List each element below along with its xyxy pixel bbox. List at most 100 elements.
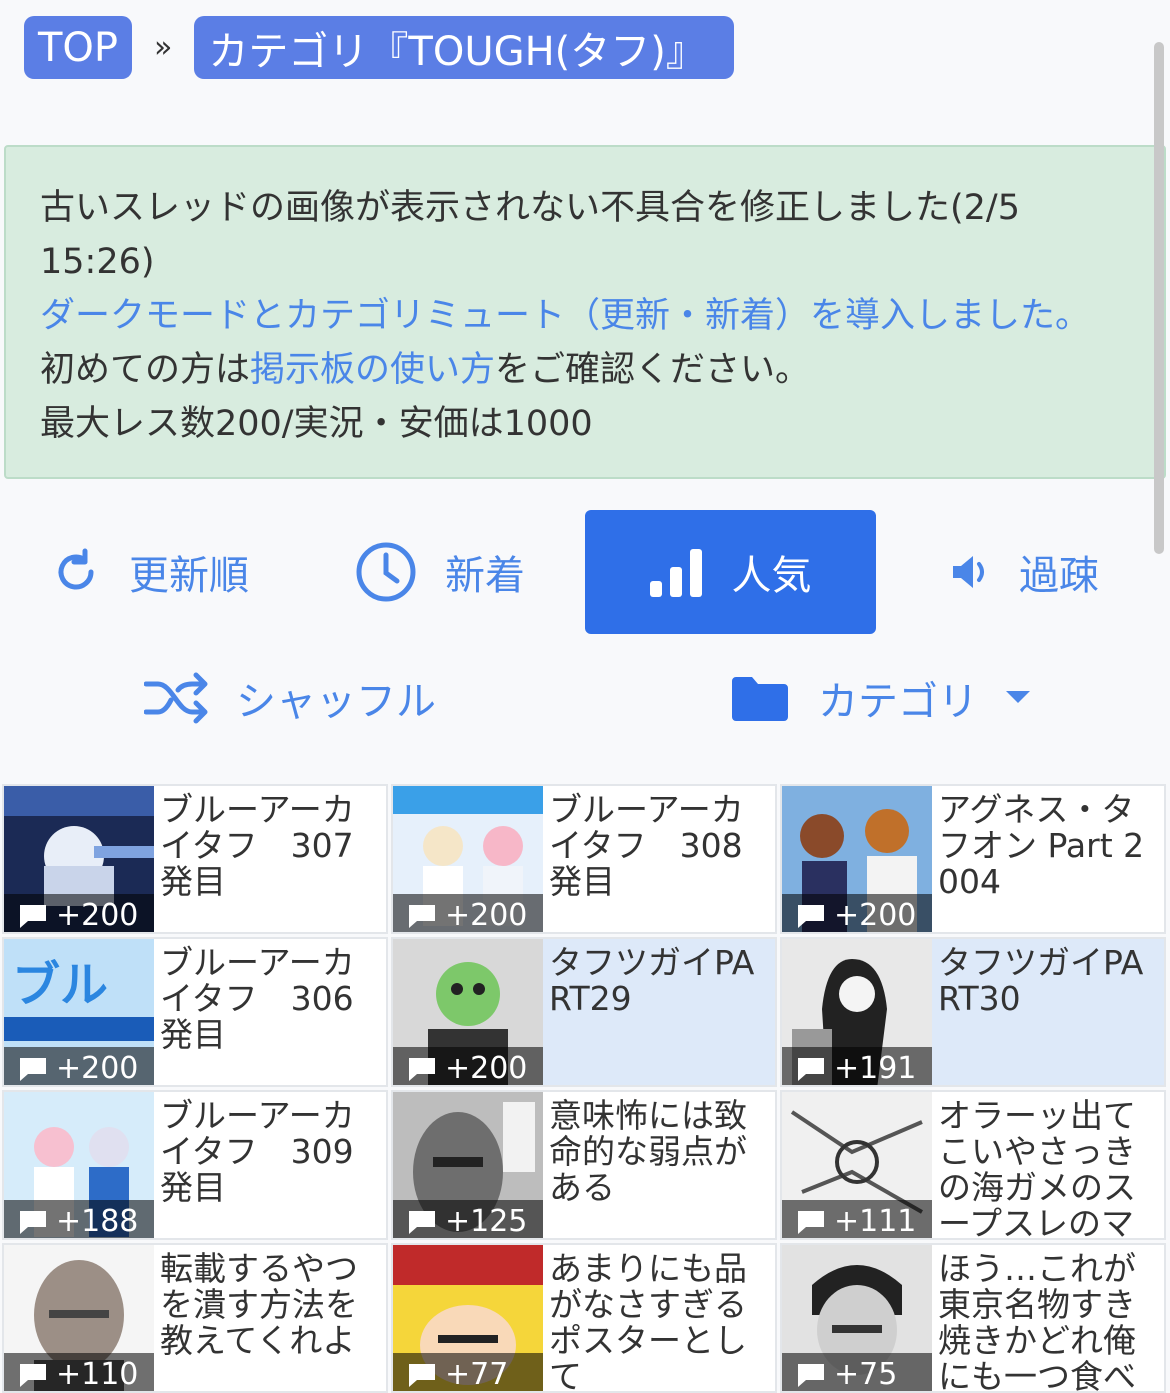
thread-title-link[interactable]: アグネス・タフオン Part 2004 <box>938 792 1162 900</box>
sort-archive-label: 過疎 <box>1019 553 1099 599</box>
thread-card[interactable]: ブル +200 ブルーアーカイタフ 306発目 <box>2 937 388 1087</box>
reply-count: +200 <box>445 897 528 933</box>
reply-count: +200 <box>56 1050 139 1086</box>
thread-title-link[interactable]: タフツガイPART30 <box>938 945 1162 1017</box>
comment-icon <box>18 1361 48 1387</box>
reply-count: +200 <box>445 1050 528 1086</box>
thread-thumbnail[interactable]: +200 <box>393 786 543 933</box>
notice-limit-text: 最大レス数200/実況・安価は1000 <box>40 404 593 444</box>
sort-updated-button[interactable]: 更新順 <box>30 510 270 634</box>
reply-count-badge: +200 <box>393 894 543 933</box>
reply-count: +191 <box>834 1050 917 1086</box>
thread-card[interactable]: +200 タフツガイPART29 <box>391 937 777 1087</box>
speaker-icon <box>951 554 991 590</box>
reply-count-badge: +125 <box>393 1200 543 1239</box>
notice-darkmode-link[interactable]: ダークモードとカテゴリミュート（更新・新着）を導入しました。 <box>40 289 1130 343</box>
reply-count: +125 <box>445 1203 528 1239</box>
folder-icon <box>730 673 790 723</box>
comment-icon <box>18 1055 48 1081</box>
notice-guide-line: 初めての方は掲示板の使い方をご確認ください。 <box>40 343 1130 397</box>
clock-icon <box>355 541 417 603</box>
reply-count: +77 <box>445 1356 509 1392</box>
thread-thumbnail[interactable]: +200 <box>4 786 154 933</box>
reply-count: +75 <box>834 1356 898 1392</box>
thread-title-link[interactable]: 転載するやつを潰す方法を教えてくれよ <box>160 1251 384 1359</box>
reply-count: +200 <box>834 897 917 933</box>
shuffle-label: シャッフル <box>236 679 436 725</box>
thread-thumbnail[interactable]: +200 <box>782 786 932 933</box>
thread-thumbnail[interactable]: +111 <box>782 1092 932 1239</box>
sort-popular-label: 人気 <box>731 553 812 599</box>
comment-icon <box>18 902 48 928</box>
reply-count-badge: +110 <box>4 1353 154 1392</box>
reply-count: +111 <box>834 1203 917 1239</box>
sort-updated-label: 更新順 <box>129 553 249 599</box>
sort-popular-button[interactable]: 人気 <box>585 510 876 634</box>
svg-text:ブル: ブル <box>12 957 108 1013</box>
thread-title-link[interactable]: ブルーアーカイタフ 306発目 <box>160 945 384 1053</box>
thread-thumbnail[interactable]: +110 <box>4 1245 154 1392</box>
category-label: カテゴリ <box>818 679 978 725</box>
thread-card[interactable]: +200 アグネス・タフオン Part 2004 <box>780 784 1166 934</box>
comment-icon <box>796 1361 826 1387</box>
thread-thumbnail[interactable]: +77 <box>393 1245 543 1392</box>
thread-card[interactable]: +110 転載するやつを潰す方法を教えてくれよ <box>2 1243 388 1393</box>
thread-card[interactable]: +111 オラーッ出てこいやさっきの海ガメのスープスレのマ <box>780 1090 1166 1240</box>
thread-card[interactable]: +75 ほう…これが東京名物すき焼きかどれ俺にも一つ食べ <box>780 1243 1166 1393</box>
comment-icon <box>796 1208 826 1234</box>
thread-card[interactable]: +200 ブルーアーカイタフ 308発目 <box>391 784 777 934</box>
sort-archive-button[interactable]: 過疎 <box>935 510 1115 634</box>
thread-card[interactable]: +188 ブルーアーカイタフ 309発目 <box>2 1090 388 1240</box>
thread-title-link[interactable]: あまりにも品がなさすぎるポスターとして <box>549 1251 773 1392</box>
reply-count-badge: +188 <box>4 1200 154 1239</box>
bar-chart-icon <box>649 547 704 597</box>
reply-count: +110 <box>56 1356 139 1392</box>
thread-title-link[interactable]: タフツガイPART29 <box>549 945 773 1017</box>
comment-icon <box>407 1361 437 1387</box>
category-dropdown-button[interactable]: カテゴリ <box>730 636 1030 760</box>
thread-card[interactable]: +77 あまりにも品がなさすぎるポスターとして <box>391 1243 777 1393</box>
reply-count-badge: +111 <box>782 1200 932 1239</box>
thread-thumbnail[interactable]: +191 <box>782 939 932 1086</box>
thread-title-link[interactable]: オラーッ出てこいやさっきの海ガメのスープスレのマ <box>938 1098 1162 1239</box>
comment-icon <box>407 1055 437 1081</box>
sort-new-label: 新着 <box>445 553 525 599</box>
thread-card[interactable]: +125 意味怖には致命的な弱点がある <box>391 1090 777 1240</box>
comment-icon <box>407 902 437 928</box>
notice-guide-link[interactable]: 掲示板の使い方 <box>250 350 495 390</box>
thread-thumbnail[interactable]: +188 <box>4 1092 154 1239</box>
comment-icon <box>796 1055 826 1081</box>
scrollbar[interactable] <box>1154 42 1164 554</box>
thread-thumbnail[interactable]: ブル +200 <box>4 939 154 1086</box>
notice-guide-pre: 初めての方は <box>40 350 251 390</box>
thread-title-link[interactable]: ブルーアーカイタフ 307発目 <box>160 792 384 900</box>
breadcrumb-top-link[interactable]: TOP <box>24 16 133 79</box>
thread-title-link[interactable]: 意味怖には致命的な弱点がある <box>549 1098 773 1206</box>
thread-title-link[interactable]: ブルーアーカイタフ 308発目 <box>549 792 773 900</box>
thread-thumbnail[interactable]: +200 <box>393 939 543 1086</box>
reply-count-badge: +75 <box>782 1353 932 1392</box>
comment-icon <box>18 1208 48 1234</box>
breadcrumb-category-link[interactable]: カテゴリ『TOUGH(タフ)』 <box>194 16 734 79</box>
breadcrumb-separator: » <box>154 30 173 65</box>
thread-title-link[interactable]: ほう…これが東京名物すき焼きかどれ俺にも一つ食べ <box>938 1251 1162 1392</box>
caret-down-icon <box>1006 691 1030 705</box>
thread-card[interactable]: +191 タフツガイPART30 <box>780 937 1166 1087</box>
thread-title-link[interactable]: ブルーアーカイタフ 309発目 <box>160 1098 384 1206</box>
comment-icon <box>796 902 826 928</box>
shuffle-button[interactable]: シャッフル <box>140 636 440 760</box>
thread-thumbnail[interactable]: +125 <box>393 1092 543 1239</box>
reply-count-badge: +77 <box>393 1353 543 1392</box>
notice-guide-post: をご確認ください。 <box>495 350 811 390</box>
notice-bugfix-text: 古いスレッドの画像が表示されない不具合を修正しました(2/5 15:26) <box>40 188 1020 282</box>
thread-thumbnail[interactable]: +75 <box>782 1245 932 1392</box>
shuffle-icon <box>144 672 208 724</box>
sort-new-button[interactable]: 新着 <box>340 510 540 634</box>
comment-icon <box>407 1208 437 1234</box>
reply-count-badge: +200 <box>4 1047 154 1086</box>
thread-card[interactable]: +200 ブルーアーカイタフ 307発目 <box>2 784 388 934</box>
reply-count-badge: +200 <box>782 894 932 933</box>
reply-count-badge: +191 <box>782 1047 932 1086</box>
reply-count: +200 <box>56 897 139 933</box>
reply-count: +188 <box>56 1203 139 1239</box>
